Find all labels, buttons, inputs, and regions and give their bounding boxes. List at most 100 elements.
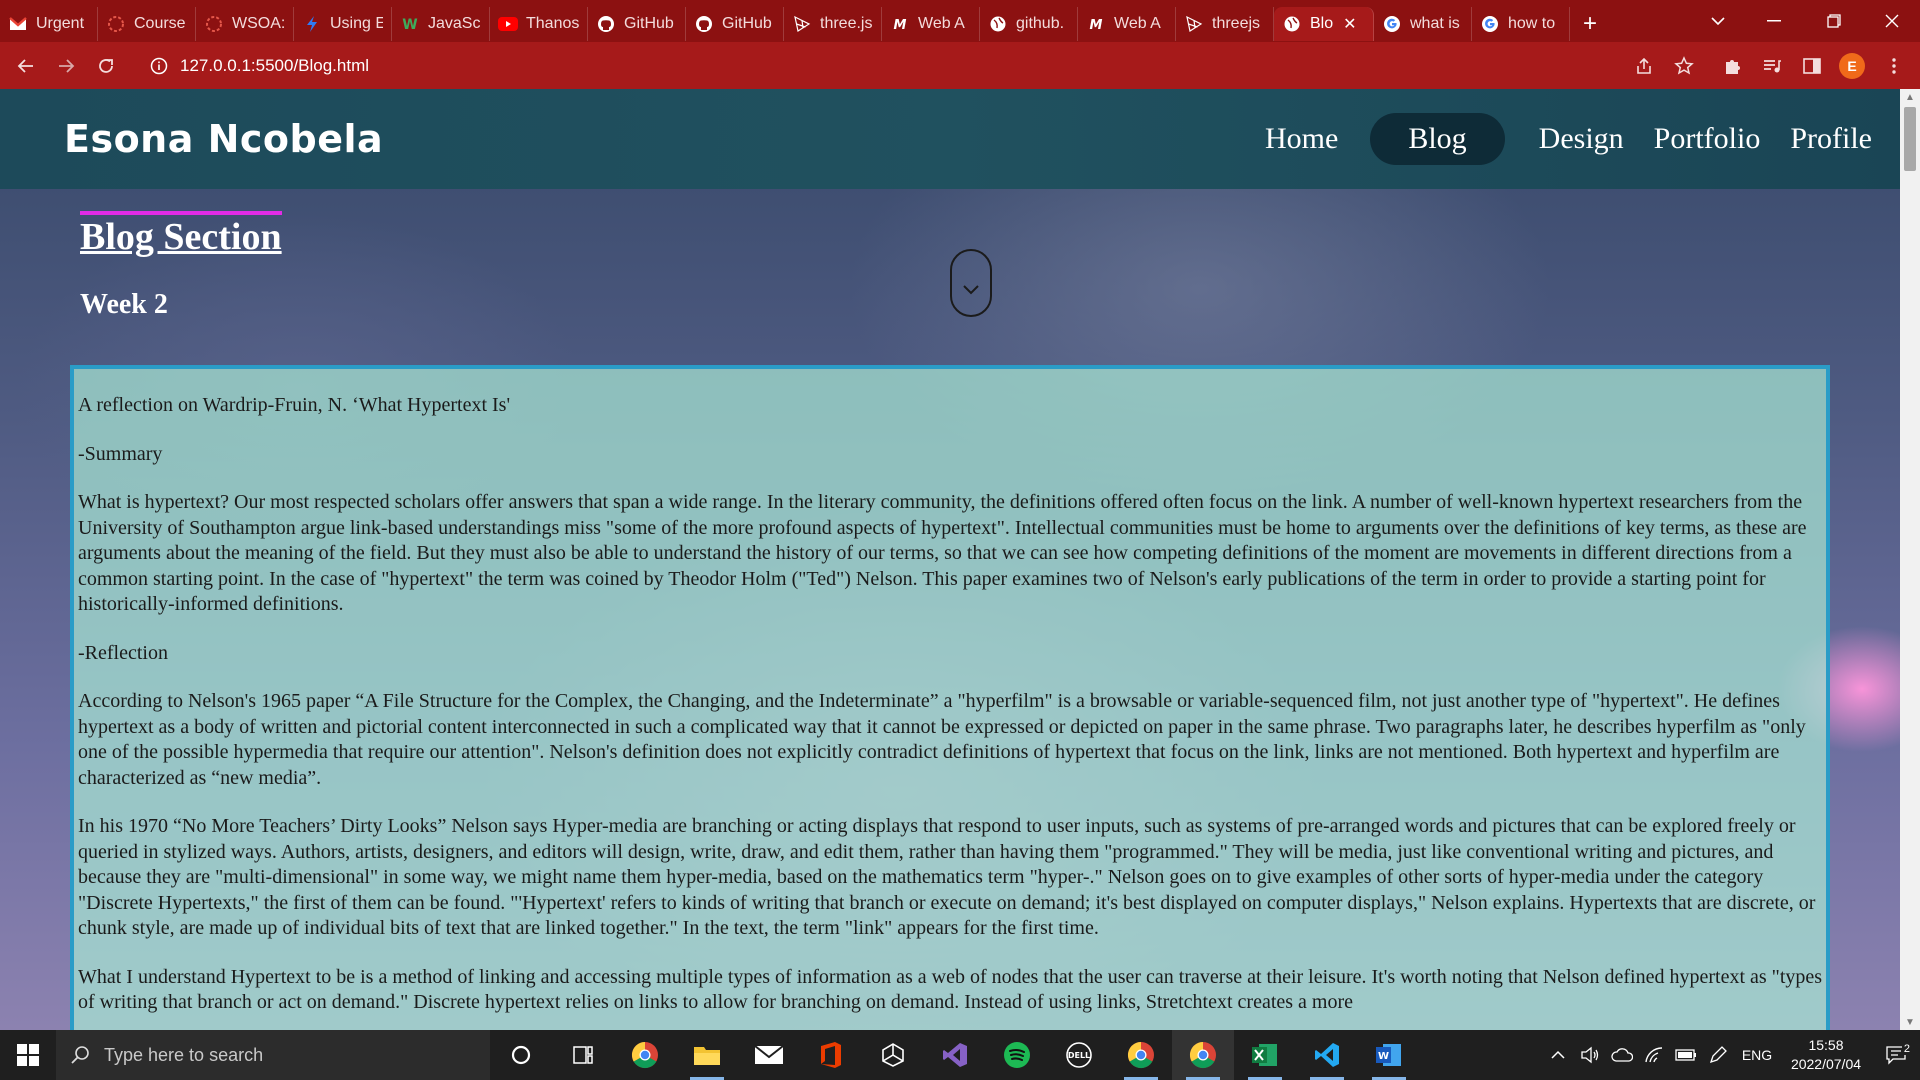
browser-tab[interactable]: Blo ✕ xyxy=(1274,7,1374,41)
word-icon: W xyxy=(1376,1044,1401,1066)
share-button[interactable] xyxy=(1624,46,1664,86)
browser-tab[interactable]: Thanos xyxy=(490,7,588,41)
svg-text:W: W xyxy=(402,17,417,31)
avatar[interactable]: E xyxy=(1839,53,1865,79)
forward-button[interactable] xyxy=(46,46,86,86)
page-scrollbar[interactable]: ▲ ▼ xyxy=(1900,89,1920,1030)
wifi-icon xyxy=(1645,1047,1663,1063)
reload-button[interactable] xyxy=(86,46,126,86)
volume-button[interactable] xyxy=(1574,1046,1606,1064)
browser-tab[interactable]: W JavaScr xyxy=(392,7,490,41)
browser-tab[interactable]: how to xyxy=(1472,7,1570,41)
browser-tab[interactable]: Urgent xyxy=(0,7,98,41)
nav-home[interactable]: Home xyxy=(1251,114,1352,164)
taskbar-dell[interactable]: DELL xyxy=(1048,1030,1110,1080)
svg-text:DELL: DELL xyxy=(1068,1051,1090,1060)
pen-button[interactable] xyxy=(1702,1045,1734,1065)
taskbar-search[interactable]: Type here to search xyxy=(56,1030,490,1080)
profile-button[interactable]: E xyxy=(1832,46,1872,86)
browser-tab[interactable]: M Web A xyxy=(1078,7,1176,41)
taskbar-office[interactable] xyxy=(800,1030,862,1080)
battery-icon xyxy=(1675,1049,1696,1061)
browser-tab[interactable]: WSOA: xyxy=(196,7,294,41)
tab-title: github. xyxy=(1016,15,1065,32)
close-tab-icon[interactable]: ✕ xyxy=(1343,14,1356,34)
taskbar-chrome-active[interactable] xyxy=(1172,1030,1234,1080)
task-view-button[interactable] xyxy=(552,1030,614,1080)
google-icon xyxy=(1480,14,1500,34)
nav-portfolio[interactable]: Portfolio xyxy=(1640,114,1775,164)
taskbar-excel[interactable] xyxy=(1234,1030,1296,1080)
url-text[interactable]: 127.0.0.1:5500/Blog.html xyxy=(180,56,369,76)
browser-tab[interactable]: github. xyxy=(980,7,1078,41)
nav-design[interactable]: Design xyxy=(1525,114,1638,164)
arrow-right-icon xyxy=(59,58,75,73)
article-title: A reflection on Wardrip-Fruin, N. ‘What … xyxy=(78,394,511,416)
cortana-button[interactable] xyxy=(490,1030,552,1080)
site-brand[interactable]: Esona Ncobela xyxy=(64,117,383,161)
taskbar-word[interactable]: W xyxy=(1358,1030,1420,1080)
side-panel-button[interactable] xyxy=(1792,46,1832,86)
wifi-button[interactable] xyxy=(1638,1046,1670,1064)
scroll-down-arrow[interactable]: ▼ xyxy=(1900,1014,1920,1030)
tab-title: what is xyxy=(1410,15,1460,32)
close-window-button[interactable] xyxy=(1864,0,1920,42)
clock[interactable]: 15:58 2022/07/04 xyxy=(1780,1036,1872,1074)
browser-tab[interactable]: threejs xyxy=(1176,7,1274,41)
minimize-button[interactable] xyxy=(1746,0,1802,42)
windows-taskbar: Type here to search DELL W ENG 15:58 202… xyxy=(0,1030,1920,1080)
taskbar-vscode[interactable] xyxy=(1296,1030,1358,1080)
chevron-down-icon xyxy=(963,285,979,295)
office-icon xyxy=(821,1042,841,1068)
browser-tab[interactable]: Course xyxy=(98,7,196,41)
scroll-up-arrow[interactable]: ▲ xyxy=(1900,89,1920,105)
taskbar-spotify[interactable] xyxy=(986,1030,1048,1080)
battery-button[interactable] xyxy=(1670,1048,1702,1062)
bookmark-button[interactable] xyxy=(1664,46,1704,86)
page-title: Blog Section xyxy=(80,211,282,259)
taskbar-chrome[interactable] xyxy=(614,1030,676,1080)
nav-profile[interactable]: Profile xyxy=(1776,114,1886,164)
blog-article: A reflection on Wardrip-Fruin, N. ‘What … xyxy=(70,365,1830,1030)
extensions-button[interactable] xyxy=(1712,46,1752,86)
new-tab-button[interactable]: + xyxy=(1570,7,1610,41)
restore-button[interactable] xyxy=(1806,0,1862,42)
tab-title: Web A xyxy=(1114,15,1161,32)
taskbar-chrome-profile[interactable] xyxy=(1110,1030,1172,1080)
back-button[interactable] xyxy=(6,46,46,86)
cortana-icon xyxy=(511,1045,531,1065)
chevron-down-icon xyxy=(1711,17,1725,26)
address-bar[interactable]: 127.0.0.1:5500/Blog.html xyxy=(140,48,1660,84)
show-hidden-icons-button[interactable] xyxy=(1542,1050,1574,1060)
media-button[interactable] xyxy=(1752,46,1792,86)
onedrive-button[interactable] xyxy=(1606,1047,1638,1063)
menu-button[interactable] xyxy=(1874,46,1914,86)
summary-heading: -Summary xyxy=(78,442,163,465)
taskbar-mail[interactable] xyxy=(738,1030,800,1080)
browser-tab[interactable]: M Web A xyxy=(882,7,980,41)
browser-tab[interactable]: GitHub xyxy=(588,7,686,41)
language-indicator[interactable]: ENG xyxy=(1734,1047,1780,1063)
tab-title: how to xyxy=(1508,15,1556,32)
tab-title: GitHub xyxy=(722,15,772,32)
taskbar-file-explorer[interactable] xyxy=(676,1030,738,1080)
scroll-down-button[interactable] xyxy=(950,249,992,317)
browser-tab[interactable]: GitHub xyxy=(686,7,784,41)
globe-icon xyxy=(988,14,1008,34)
notifications-button[interactable]: 2 xyxy=(1872,1043,1920,1065)
browser-tab[interactable]: Using E xyxy=(294,7,392,41)
browser-tab[interactable]: what is xyxy=(1374,7,1472,41)
course-icon xyxy=(204,14,224,34)
search-placeholder[interactable]: Type here to search xyxy=(104,1045,263,1066)
nav-blog[interactable]: Blog xyxy=(1370,113,1505,165)
threejs-icon xyxy=(1184,14,1204,34)
scroll-thumb[interactable] xyxy=(1904,107,1916,171)
volume-icon xyxy=(1581,1046,1599,1064)
taskbar-visual-studio[interactable] xyxy=(924,1030,986,1080)
w3schools-icon: W xyxy=(400,14,420,34)
start-button[interactable] xyxy=(0,1030,56,1080)
taskbar-unity[interactable] xyxy=(862,1030,924,1080)
browser-tab[interactable]: three.js xyxy=(784,7,882,41)
tab-search-button[interactable] xyxy=(1690,0,1746,42)
tab-title: Thanos xyxy=(526,15,579,32)
